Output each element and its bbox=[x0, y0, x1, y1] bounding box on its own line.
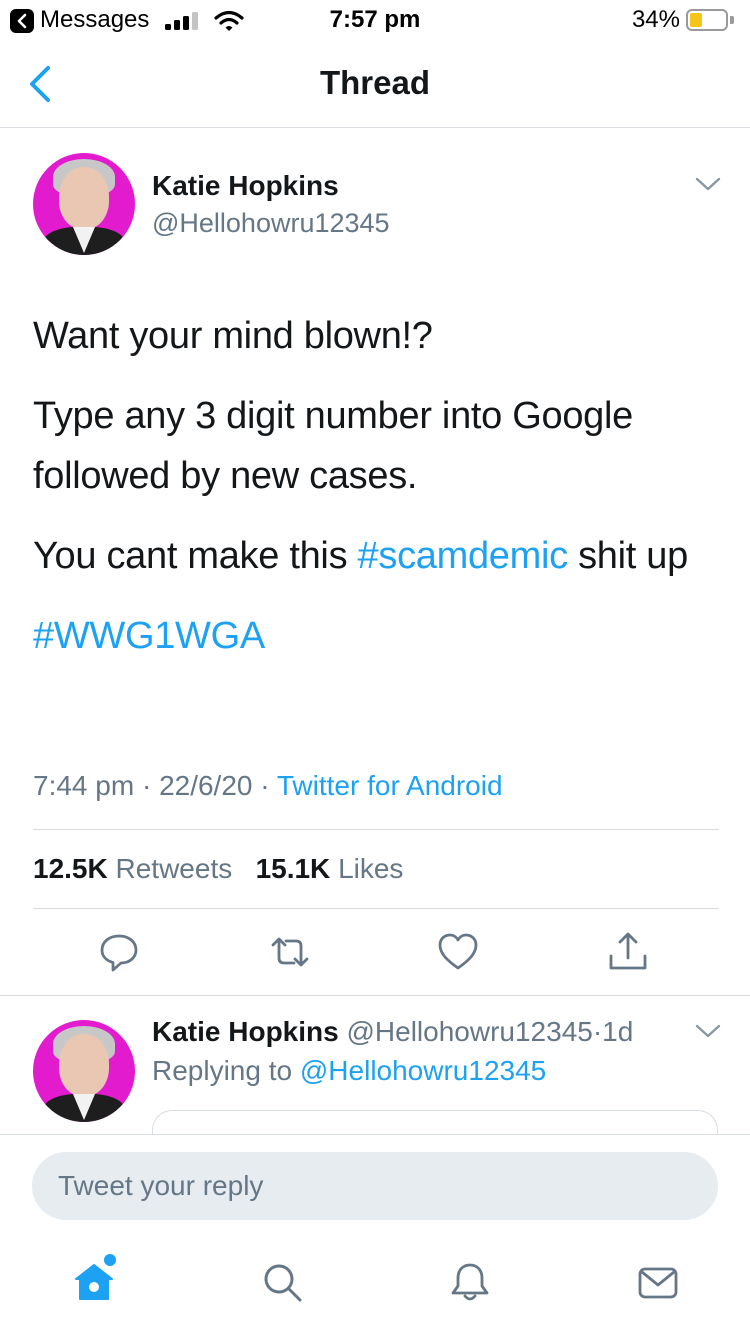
retweet-icon[interactable] bbox=[268, 930, 312, 974]
retweets-stat[interactable]: 12.5K Retweets bbox=[33, 853, 232, 884]
meta-separator: · bbox=[592, 1016, 603, 1047]
chevron-down-icon[interactable] bbox=[694, 176, 722, 194]
reply-input[interactable] bbox=[32, 1152, 718, 1220]
tweet-source-link[interactable]: Twitter for Android bbox=[277, 770, 503, 801]
hashtag-link[interactable]: #WWG1WGA bbox=[33, 615, 265, 657]
retweets-label: Retweets bbox=[115, 853, 233, 884]
divider bbox=[0, 995, 750, 996]
notifications-icon[interactable] bbox=[448, 1260, 492, 1304]
battery-percent: 34% bbox=[631, 6, 680, 33]
author-handle[interactable]: @Hellohowru12345 bbox=[152, 208, 390, 239]
tweet-actions bbox=[0, 930, 750, 980]
tweet-paragraph: You cant make this #scamdemic shit up bbox=[33, 526, 723, 586]
tweet-text-segment: shit up bbox=[567, 535, 688, 577]
replying-label: Replying to bbox=[152, 1055, 293, 1086]
author-name[interactable]: Katie Hopkins bbox=[152, 170, 339, 202]
status-bar: Messages 7:57 pm 34% bbox=[0, 0, 750, 40]
chevron-down-icon[interactable] bbox=[694, 1023, 722, 1041]
divider bbox=[33, 829, 719, 830]
search-icon[interactable] bbox=[260, 1260, 304, 1304]
battery-level bbox=[690, 13, 702, 27]
meta-separator: · bbox=[260, 770, 270, 801]
page-title: Thread bbox=[319, 64, 431, 101]
new-content-dot bbox=[104, 1254, 116, 1266]
tweet-paragraph: Type any 3 digit number into Google foll… bbox=[33, 395, 633, 497]
replying-handle-link[interactable]: @Hellohowru12345 bbox=[300, 1055, 546, 1086]
avatar[interactable] bbox=[33, 1020, 135, 1122]
share-icon[interactable] bbox=[606, 930, 650, 974]
likes-label: Likes bbox=[338, 853, 404, 884]
hashtag-link[interactable]: #scamdemic bbox=[358, 535, 569, 577]
meta-separator: · bbox=[141, 770, 152, 801]
messages-icon[interactable] bbox=[636, 1260, 680, 1304]
reply-age: 1d bbox=[602, 1016, 634, 1047]
reply-header: Katie Hopkins @Hellohowru12345·1d bbox=[152, 1016, 633, 1048]
nav-bar: Thread bbox=[0, 40, 750, 128]
tweet-stats: 12.5K Retweets 15.1K Likes bbox=[33, 853, 403, 885]
avatar[interactable] bbox=[33, 153, 135, 255]
replying-to: Replying to @Hellohowru12345 bbox=[152, 1055, 546, 1087]
battery-tip bbox=[730, 16, 734, 24]
likes-count: 15.1K bbox=[255, 853, 331, 884]
tweet-meta: 7:44 pm · 22/6/20 · Twitter for Android bbox=[33, 770, 503, 802]
divider bbox=[33, 908, 719, 909]
reply-icon[interactable] bbox=[97, 930, 141, 974]
reply-author-name[interactable]: Katie Hopkins bbox=[152, 1016, 339, 1047]
tweet-text: Want your mind blown!? Type any 3 digit … bbox=[33, 306, 723, 686]
home-icon[interactable] bbox=[72, 1260, 116, 1304]
tweet-date: 22/6/20 bbox=[159, 770, 253, 801]
tweet-text-segment: You cant make this bbox=[33, 535, 358, 577]
like-icon[interactable] bbox=[436, 930, 480, 974]
likes-stat[interactable]: 15.1K Likes bbox=[256, 853, 404, 884]
tweet-paragraph: Want your mind blown!? bbox=[33, 315, 433, 357]
reply-author-handle[interactable]: @Hellohowru12345 bbox=[346, 1016, 592, 1047]
tweet-paragraph: #WWG1WGA bbox=[33, 606, 723, 666]
tweet-time: 7:44 pm bbox=[33, 770, 135, 801]
battery-icon bbox=[686, 9, 728, 31]
retweets-count: 12.5K bbox=[33, 853, 108, 884]
